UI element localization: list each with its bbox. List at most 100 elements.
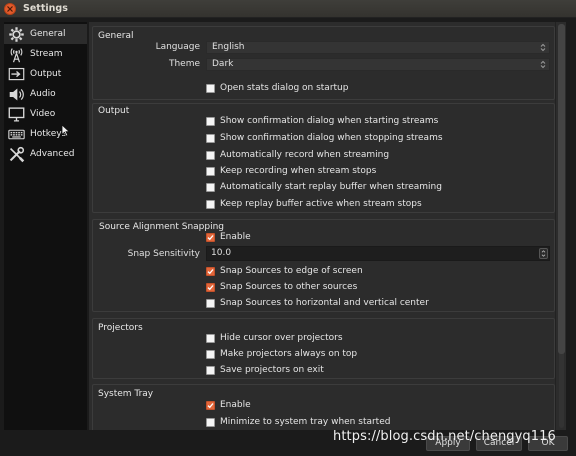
spin-arrows-icon[interactable] xyxy=(539,248,548,259)
system-tray-group: System Tray Enable Minimize to system tr… xyxy=(92,384,555,430)
up-down-arrows-icon xyxy=(540,43,546,52)
projectors-group: Projectors Hide cursor over projectors M… xyxy=(92,318,555,379)
checkbox-box xyxy=(206,199,215,209)
auto-replay-buffer-checkbox[interactable]: Automatically start replay buffer when s… xyxy=(206,181,442,193)
open-stats-checkbox[interactable]: Open stats dialog on startup xyxy=(206,82,348,94)
sidebar: General Stream Output Audio Video Hotkey… xyxy=(4,22,87,430)
checkbox-label: Keep recording when stream stops xyxy=(220,166,377,176)
checkbox-box xyxy=(206,282,215,292)
checkbox-box xyxy=(206,116,215,126)
checkmark-icon xyxy=(207,234,214,240)
language-label: Language xyxy=(155,42,200,52)
checkbox-box xyxy=(206,232,215,242)
checkbox-label: Automatically start replay buffer when s… xyxy=(220,182,442,192)
checkbox-label: Minimize to system tray when started xyxy=(220,417,391,427)
sidebar-item-audio[interactable]: Audio xyxy=(4,84,87,104)
checkbox-box xyxy=(206,400,215,410)
sidebar-item-video[interactable]: Video xyxy=(4,104,87,124)
checkbox-label: Automatically record when streaming xyxy=(220,150,390,160)
snap-sensitivity-label: Snap Sensitivity xyxy=(127,249,200,259)
checkbox-box xyxy=(206,349,215,359)
snap-enable-checkbox[interactable]: Enable xyxy=(206,231,251,243)
checkbox-box xyxy=(206,365,215,375)
theme-select[interactable]: Dark xyxy=(206,58,550,71)
theme-value: Dark xyxy=(212,59,234,69)
language-value: English xyxy=(212,42,245,52)
title-bar: Settings xyxy=(0,0,576,18)
settings-content: General Language English Theme Dark Open… xyxy=(89,22,566,430)
sidebar-item-label: Video xyxy=(30,109,56,119)
auto-record-checkbox[interactable]: Automatically record when streaming xyxy=(206,149,389,161)
checkbox-label: Snap Sources to other sources xyxy=(220,282,358,292)
output-group: Output Show confirmation dialog when sta… xyxy=(92,103,555,213)
checkbox-label: Snap Sources to edge of screen xyxy=(220,266,363,276)
group-title: Output xyxy=(98,106,130,116)
group-title: Projectors xyxy=(98,323,143,333)
checkbox-label: Save projectors on exit xyxy=(220,365,324,375)
keyboard-icon xyxy=(4,124,28,144)
checkbox-box xyxy=(206,333,215,343)
checkmark-icon xyxy=(207,268,214,274)
projectors-on-top-checkbox[interactable]: Make projectors always on top xyxy=(206,348,357,360)
confirm-start-stream-checkbox[interactable]: Show confirmation dialog when starting s… xyxy=(206,115,438,127)
up-down-arrows-icon xyxy=(540,60,546,69)
watermark-text: https://blog.csdn.net/chengyq116 xyxy=(333,429,556,444)
checkbox-box xyxy=(206,417,215,427)
checkbox-box xyxy=(206,166,215,176)
snap-center-checkbox[interactable]: Snap Sources to horizontal and vertical … xyxy=(206,297,429,309)
checkbox-label: Show confirmation dialog when starting s… xyxy=(220,116,439,126)
checkbox-box xyxy=(206,182,215,192)
checkbox-box xyxy=(206,83,215,93)
minimize-to-tray-checkbox[interactable]: Minimize to system tray when started xyxy=(206,416,390,428)
sidebar-item-label: Stream xyxy=(30,49,63,59)
checkbox-box xyxy=(206,133,215,143)
sidebar-item-output[interactable]: Output xyxy=(4,64,87,84)
sidebar-item-general[interactable]: General xyxy=(4,24,87,44)
keep-recording-checkbox[interactable]: Keep recording when stream stops xyxy=(206,165,376,177)
speaker-icon xyxy=(4,84,28,104)
save-projectors-checkbox[interactable]: Save projectors on exit xyxy=(206,364,324,376)
checkmark-icon xyxy=(207,402,214,408)
checkbox-label: Hide cursor over projectors xyxy=(220,333,343,343)
close-button[interactable] xyxy=(4,3,16,15)
snap-screen-edge-checkbox[interactable]: Snap Sources to edge of screen xyxy=(206,265,363,277)
group-title: General xyxy=(98,31,134,41)
checkbox-box xyxy=(206,150,215,160)
sidebar-item-label: Advanced xyxy=(30,149,75,159)
snap-sensitivity-spinbox[interactable]: 10.0 xyxy=(206,246,550,261)
sidebar-item-advanced[interactable]: Advanced xyxy=(4,144,87,164)
theme-label: Theme xyxy=(168,59,200,69)
checkbox-label: Keep replay buffer active when stream st… xyxy=(220,199,422,209)
hide-cursor-checkbox[interactable]: Hide cursor over projectors xyxy=(206,332,343,344)
checkbox-label: Enable xyxy=(220,400,251,410)
tray-enable-checkbox[interactable]: Enable xyxy=(206,399,251,411)
wrench-screwdriver-icon xyxy=(4,144,28,164)
checkbox-label: Enable xyxy=(220,232,251,242)
monitor-icon xyxy=(4,104,28,124)
language-select[interactable]: English xyxy=(206,41,550,54)
mouse-cursor-icon xyxy=(61,124,71,137)
general-group: General Language English Theme Dark Open… xyxy=(92,26,555,100)
sidebar-item-stream[interactable]: Stream xyxy=(4,44,87,64)
broadcast-tower-icon xyxy=(4,44,28,64)
checkbox-box xyxy=(206,298,215,308)
snapping-group: Source Alignment Snapping Enable Snap Se… xyxy=(92,219,555,312)
output-arrow-icon xyxy=(4,64,28,84)
checkbox-label: Show confirmation dialog when stopping s… xyxy=(220,133,443,143)
checkbox-label: Make projectors always on top xyxy=(220,349,358,359)
vertical-scrollbar[interactable] xyxy=(555,22,566,430)
window-title: Settings xyxy=(23,3,68,14)
sidebar-item-label: Audio xyxy=(30,89,56,99)
sidebar-item-label: General xyxy=(30,29,66,39)
confirm-stop-stream-checkbox[interactable]: Show confirmation dialog when stopping s… xyxy=(206,132,443,144)
sidebar-item-hotkeys[interactable]: Hotkeys xyxy=(4,124,87,144)
snap-sensitivity-value: 10.0 xyxy=(211,248,232,258)
keep-replay-buffer-checkbox[interactable]: Keep replay buffer active when stream st… xyxy=(206,198,422,210)
gear-icon xyxy=(4,24,28,44)
sidebar-item-label: Output xyxy=(30,69,62,79)
checkbox-label: Open stats dialog on startup xyxy=(220,83,349,93)
snap-other-sources-checkbox[interactable]: Snap Sources to other sources xyxy=(206,281,357,293)
close-icon xyxy=(7,6,13,12)
scrollbar-thumb[interactable] xyxy=(558,24,565,354)
group-title: System Tray xyxy=(98,389,154,399)
